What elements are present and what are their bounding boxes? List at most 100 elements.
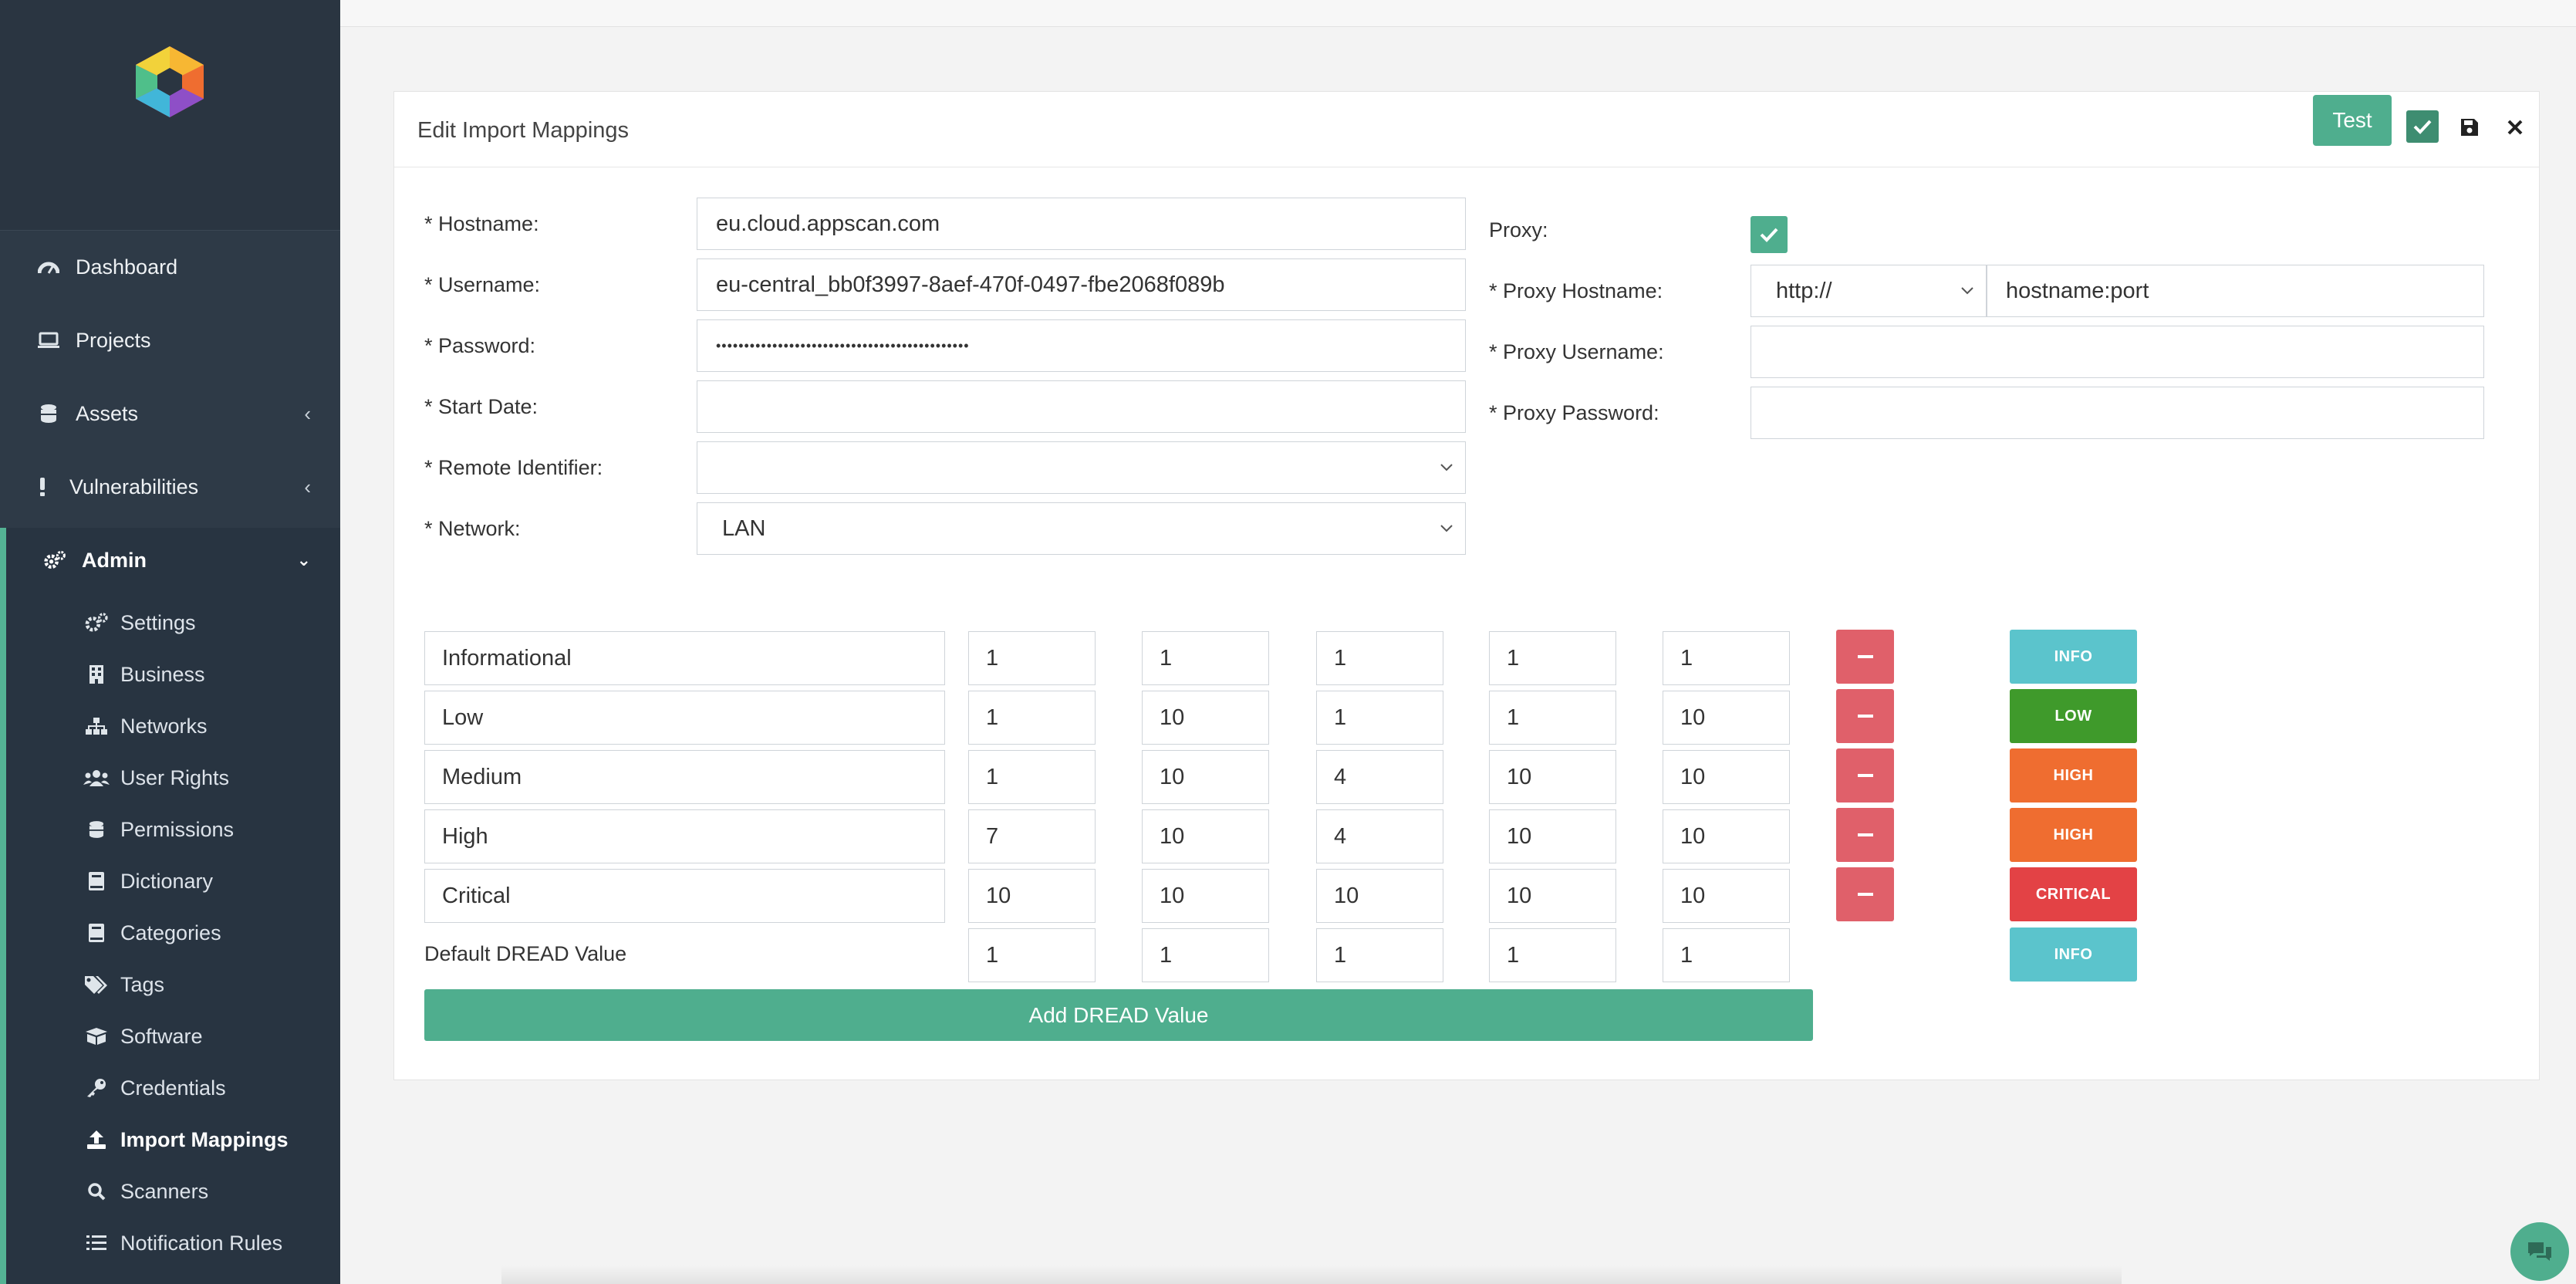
remove-row-button[interactable] <box>1836 808 1894 862</box>
sidebar-item-label: Software <box>120 1024 203 1048</box>
sidebar-item-networks[interactable]: Networks <box>0 702 340 750</box>
sidebar-item-scanners[interactable]: Scanners <box>0 1167 340 1215</box>
dread-name-input[interactable]: Informational <box>424 631 945 685</box>
network-value: LAN <box>722 515 766 541</box>
dread-name-input[interactable]: Low <box>424 691 945 745</box>
dread-score-input[interactable]: 10 <box>1316 869 1443 923</box>
sidebar-item-user-rights[interactable]: User Rights <box>0 754 340 802</box>
dread-score-input[interactable]: 7 <box>968 809 1096 863</box>
dread-score-input[interactable]: 10 <box>1142 869 1269 923</box>
sidebar-item-label: Tags <box>120 972 165 996</box>
bottom-shadow <box>501 1265 2122 1284</box>
sidebar-item-permissions[interactable]: Permissions <box>0 806 340 853</box>
dread-score-input[interactable]: 1 <box>1142 631 1269 685</box>
chat-button[interactable] <box>2510 1222 2569 1281</box>
remove-row-button[interactable] <box>1836 748 1894 802</box>
sidebar: Dashboard Projects Assets ‹ Vulnerabilit… <box>0 0 340 1284</box>
sidebar-item-dictionary[interactable]: Dictionary <box>0 857 340 905</box>
username-label: * Username: <box>424 273 541 296</box>
dread-name-input[interactable]: Medium <box>424 750 945 804</box>
dread-score-input[interactable]: 1 <box>1316 631 1443 685</box>
database-icon <box>83 819 110 840</box>
nav-admin[interactable]: Admin ⌄ <box>0 533 340 587</box>
book-icon <box>83 923 110 943</box>
network-label: * Network: <box>424 517 521 540</box>
sidebar-item-tags[interactable]: Tags <box>0 961 340 1009</box>
sidebar-item-label: Notification Rules <box>120 1231 283 1255</box>
logo-area <box>0 0 340 231</box>
confirm-button[interactable] <box>2406 110 2439 143</box>
dread-score-input[interactable]: 10 <box>1663 750 1790 804</box>
hostname-label: * Hostname: <box>424 212 539 235</box>
dread-name-input[interactable]: High <box>424 809 945 863</box>
add-dread-value-button[interactable]: Add DREAD Value <box>424 989 1813 1041</box>
search-icon <box>83 1182 110 1201</box>
proxy-username-input[interactable] <box>1751 326 2484 378</box>
default-dread-input[interactable]: 1 <box>1489 928 1616 982</box>
remove-row-button[interactable] <box>1836 689 1894 743</box>
nav-projects-label: Projects <box>76 328 151 352</box>
dread-score-input[interactable]: 10 <box>968 869 1096 923</box>
nav-vulnerabilities[interactable]: Vulnerabilities ‹ <box>0 460 340 514</box>
default-dread-input[interactable]: 1 <box>968 928 1096 982</box>
proxy-hostname-input[interactable]: hostname:port <box>1987 265 2484 317</box>
dread-score-input[interactable]: 10 <box>1489 750 1616 804</box>
book-icon <box>83 871 110 891</box>
dread-score-input[interactable]: 10 <box>1142 691 1269 745</box>
sidebar-item-credentials[interactable]: Credentials <box>0 1064 340 1112</box>
upload-icon <box>83 1130 110 1150</box>
sidebar-item-software[interactable]: Software <box>0 1012 340 1060</box>
dread-score-input[interactable]: 1 <box>968 691 1096 745</box>
chevron-down-icon <box>1440 464 1453 471</box>
dread-score-input[interactable]: 10 <box>1663 809 1790 863</box>
password-input[interactable]: ••••••••••••••••••••••••••••••••••••••••… <box>697 319 1466 372</box>
start-date-input[interactable] <box>697 380 1466 433</box>
default-dread-input[interactable]: 1 <box>1316 928 1443 982</box>
remote-identifier-select[interactable] <box>697 441 1466 494</box>
nav-dashboard[interactable]: Dashboard <box>0 240 340 294</box>
sidebar-item-business[interactable]: Business <box>0 650 340 698</box>
proxy-password-input[interactable] <box>1751 387 2484 439</box>
chevron-down-icon: ⌄ <box>296 550 311 569</box>
nav-assets[interactable]: Assets ‹ <box>0 387 340 441</box>
sidebar-item-settings[interactable]: Settings <box>0 599 340 647</box>
dread-score-input[interactable]: 1 <box>968 631 1096 685</box>
remove-row-button[interactable] <box>1836 630 1894 684</box>
dread-score-input[interactable]: 10 <box>1489 809 1616 863</box>
save-icon <box>2461 119 2478 136</box>
dread-score-input[interactable]: 10 <box>1663 869 1790 923</box>
chevron-left-icon: ‹ <box>304 475 311 498</box>
key-icon <box>83 1078 110 1098</box>
hostname-input[interactable]: eu.cloud.appscan.com <box>697 198 1466 250</box>
remove-row-button[interactable] <box>1836 867 1894 921</box>
dread-name-input[interactable]: Critical <box>424 869 945 923</box>
dread-score-input[interactable]: 1 <box>968 750 1096 804</box>
dread-score-input[interactable]: 4 <box>1316 809 1443 863</box>
proxy-scheme-select[interactable]: http:// <box>1751 265 1987 317</box>
tags-icon <box>83 975 110 995</box>
test-button[interactable]: Test <box>2313 95 2392 146</box>
dread-score-input[interactable]: 1 <box>1489 691 1616 745</box>
proxy-hostname-label: * Proxy Hostname: <box>1489 279 1663 302</box>
minus-icon <box>1857 774 1873 777</box>
proxy-checkbox[interactable] <box>1751 216 1788 253</box>
dread-score-input[interactable]: 10 <box>1142 809 1269 863</box>
default-dread-input[interactable]: 1 <box>1142 928 1269 982</box>
username-input[interactable]: eu-central_bb0f3997-8aef-470f-0497-fbe20… <box>697 258 1466 311</box>
sidebar-item-categories[interactable]: Categories <box>0 909 340 957</box>
default-dread-input[interactable]: 1 <box>1663 928 1790 982</box>
dread-score-input[interactable]: 4 <box>1316 750 1443 804</box>
close-button[interactable] <box>2500 112 2530 143</box>
dread-score-input[interactable]: 1 <box>1316 691 1443 745</box>
dread-score-input[interactable]: 10 <box>1663 691 1790 745</box>
save-button[interactable] <box>2454 112 2485 143</box>
card-title: Edit Import Mappings <box>417 118 630 143</box>
network-select[interactable]: LAN <box>697 502 1466 555</box>
sidebar-item-import-mappings[interactable]: Import Mappings <box>0 1116 340 1164</box>
dread-score-input[interactable]: 10 <box>1489 869 1616 923</box>
dread-score-input[interactable]: 1 <box>1489 631 1616 685</box>
dread-score-input[interactable]: 10 <box>1142 750 1269 804</box>
sidebar-item-notification-rules[interactable]: Notification Rules <box>0 1219 340 1267</box>
nav-projects[interactable]: Projects <box>0 313 340 367</box>
dread-score-input[interactable]: 1 <box>1663 631 1790 685</box>
